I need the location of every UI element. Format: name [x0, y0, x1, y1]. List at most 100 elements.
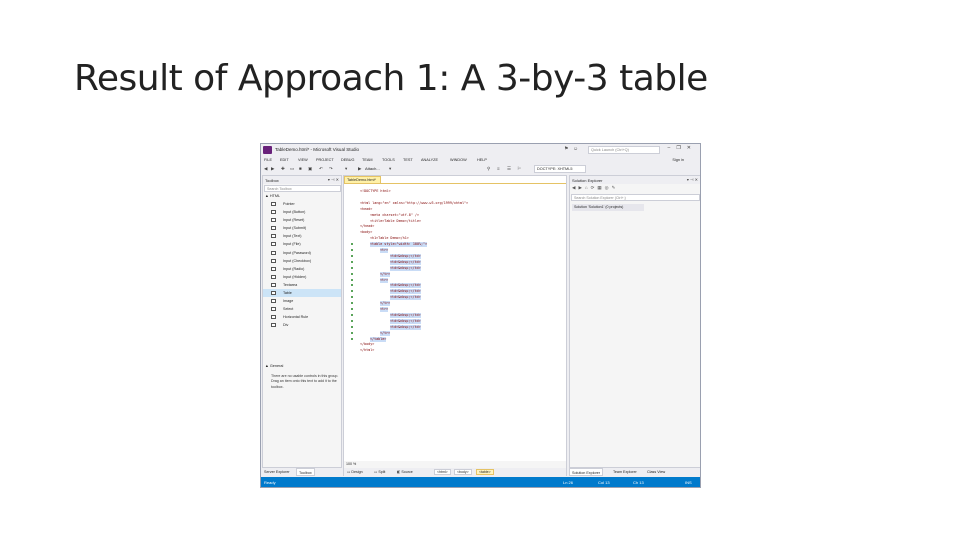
- quick-launch-input[interactable]: Quick Launch (Ctrl+Q): [588, 146, 660, 154]
- pin-icon[interactable]: ▾ ⊣ ✕: [328, 177, 339, 182]
- new-project-icon[interactable]: ✚: [281, 166, 285, 172]
- code-line[interactable]: <meta charset="utf-8" />: [370, 213, 419, 218]
- solution-node[interactable]: Solution 'Solution1' (0 projects): [572, 204, 644, 211]
- menu-analyze[interactable]: ANALYZE: [421, 158, 438, 162]
- attach-dropdown-icon[interactable]: ▾: [389, 166, 391, 172]
- code-line[interactable]: </table>: [370, 336, 387, 342]
- menu-file[interactable]: FILE: [264, 158, 272, 162]
- comment-icon[interactable]: ☰: [507, 166, 511, 172]
- code-line[interactable]: <td>&nbsp;</td>: [390, 283, 421, 289]
- code-area[interactable]: <!DOCTYPE html> <html lang="en" xmlns="ht…: [358, 185, 566, 461]
- code-line[interactable]: <td>&nbsp;</td>: [390, 265, 421, 271]
- window-controls[interactable]: –❐✕: [668, 145, 697, 151]
- toolbox-item[interactable]: Textarea: [263, 281, 341, 289]
- menu-help[interactable]: HELP: [477, 158, 487, 162]
- toolbox-item-label: Input (Reset): [283, 218, 305, 223]
- code-line[interactable]: <!DOCTYPE html>: [360, 189, 391, 194]
- toolbox-item-label: Image: [283, 299, 294, 304]
- code-line[interactable]: <td>&nbsp;</td>: [390, 312, 421, 318]
- tab-team-explorer[interactable]: Team Explorer: [611, 468, 639, 476]
- open-file-icon[interactable]: ▭: [290, 166, 294, 172]
- toolbox-item[interactable]: Image: [263, 297, 341, 305]
- menu-test[interactable]: TEST: [403, 158, 413, 162]
- code-line[interactable]: </html>: [360, 348, 374, 353]
- menu-window[interactable]: WINDOW: [450, 158, 467, 162]
- tab-class-view[interactable]: Class View: [645, 468, 667, 476]
- code-line[interactable]: </tr>: [380, 301, 391, 307]
- menu-project[interactable]: PROJECT: [316, 158, 334, 162]
- toolbox-item[interactable]: Input (Text): [263, 232, 341, 240]
- crumb-body[interactable]: <body>: [454, 469, 472, 475]
- toolbox-group-general[interactable]: ▲ General: [265, 364, 283, 368]
- toolbox-item[interactable]: Input (Checkbox): [263, 257, 341, 265]
- bookmark-icon[interactable]: ⚐: [517, 166, 521, 172]
- source-view-button[interactable]: ◧ Source: [397, 470, 413, 474]
- code-line[interactable]: <title>Table Demo</title>: [370, 219, 421, 224]
- tab-toolbox[interactable]: Toolbox: [296, 468, 315, 476]
- code-line[interactable]: <body>: [360, 230, 372, 235]
- save-all-icon[interactable]: ▣: [308, 166, 312, 172]
- toolbox-item[interactable]: Input (Hidden): [263, 273, 341, 281]
- code-line[interactable]: </head>: [360, 224, 374, 229]
- toolbox-group-html[interactable]: ▲ HTML: [265, 194, 280, 198]
- crumb-table[interactable]: <table>: [476, 469, 494, 475]
- zoom-label[interactable]: 100 %: [346, 462, 356, 466]
- code-line[interactable]: <td>&nbsp;</td>: [390, 295, 421, 301]
- find-icon[interactable]: ⚲: [487, 166, 490, 172]
- menu-team[interactable]: TEAM: [362, 158, 373, 162]
- doctype-select[interactable]: DOCTYPE: XHTML5: [534, 165, 586, 173]
- save-icon[interactable]: ■: [299, 166, 302, 171]
- menu-view[interactable]: VIEW: [298, 158, 308, 162]
- toolbox-item[interactable]: Horizontal Rule: [263, 313, 341, 321]
- menu-tools[interactable]: TOOLS: [382, 158, 395, 162]
- toolbox-item[interactable]: Pointer: [263, 200, 341, 208]
- crumb-html[interactable]: <html>: [434, 469, 451, 475]
- code-line[interactable]: <tr>: [380, 277, 389, 283]
- toolbox-item[interactable]: Table: [263, 289, 341, 298]
- redo-icon[interactable]: ↷: [329, 166, 333, 172]
- code-line[interactable]: <table style="width: 100%;">: [370, 242, 428, 248]
- notification-flag-icon[interactable]: ⚑: [564, 146, 568, 152]
- play-icon[interactable]: ▶: [358, 166, 361, 172]
- tab-solution-explorer[interactable]: Solution Explorer: [569, 468, 604, 476]
- toolbox-item[interactable]: Input (Button): [263, 208, 341, 216]
- code-line[interactable]: <head>: [360, 207, 372, 212]
- toolbox-search-input[interactable]: Search Toolbox: [264, 185, 341, 192]
- code-line[interactable]: <td>&nbsp;</td>: [390, 253, 421, 259]
- toolbox-item[interactable]: Input (Password): [263, 249, 341, 257]
- solution-pin-icon[interactable]: ▾ ⊣ ✕: [687, 177, 698, 182]
- tab-server-explorer[interactable]: Server Explorer: [262, 468, 292, 476]
- code-line[interactable]: <tr>: [380, 307, 389, 312]
- code-line[interactable]: </tr>: [380, 330, 391, 336]
- sign-in-link[interactable]: Sign in: [672, 158, 684, 162]
- split-view-button[interactable]: ▭ Split: [374, 470, 385, 474]
- code-line[interactable]: <tr>: [380, 248, 389, 253]
- toolbox-item[interactable]: Div: [263, 321, 341, 329]
- code-line[interactable]: <h1>Table Demo</h1>: [370, 236, 409, 241]
- format-icon[interactable]: ≡: [497, 166, 500, 171]
- solution-search-input[interactable]: Search Solution Explorer (Ctrl+;): [571, 194, 700, 201]
- code-line[interactable]: </body>: [360, 342, 374, 347]
- configuration-dropdown-icon[interactable]: ▾: [345, 166, 347, 172]
- code-line[interactable]: <td>&nbsp;</td>: [390, 318, 421, 324]
- feedback-icon[interactable]: ☺: [573, 146, 578, 152]
- toolbox-item[interactable]: Input (Radio): [263, 265, 341, 273]
- back-icon[interactable]: ◀: [264, 166, 267, 172]
- code-line[interactable]: </tr>: [380, 271, 391, 277]
- code-line[interactable]: <td>&nbsp;</td>: [390, 324, 421, 330]
- attach-button[interactable]: Attach...: [365, 166, 380, 171]
- toolbox-item[interactable]: Select: [263, 305, 341, 313]
- toolbox-item[interactable]: Input (File): [263, 240, 341, 248]
- toolbox-item[interactable]: Input (Reset): [263, 216, 341, 224]
- zoom-level[interactable]: 100 %: [344, 461, 566, 468]
- menu-debug[interactable]: DEBUG: [341, 158, 355, 162]
- code-line[interactable]: <html lang="en" xmlns="http://www.w3.org…: [360, 201, 468, 206]
- solution-toolbar[interactable]: ◀▶⌂⟳▦◎✎: [570, 184, 700, 193]
- forward-icon[interactable]: ▶: [271, 166, 274, 172]
- design-view-button[interactable]: ▭ Design: [347, 470, 363, 474]
- undo-icon[interactable]: ↶: [319, 166, 323, 172]
- code-line[interactable]: <td>&nbsp;</td>: [390, 289, 421, 295]
- menu-edit[interactable]: EDIT: [280, 158, 289, 162]
- toolbox-item[interactable]: Input (Submit): [263, 224, 341, 232]
- code-line[interactable]: <td>&nbsp;</td>: [390, 259, 421, 265]
